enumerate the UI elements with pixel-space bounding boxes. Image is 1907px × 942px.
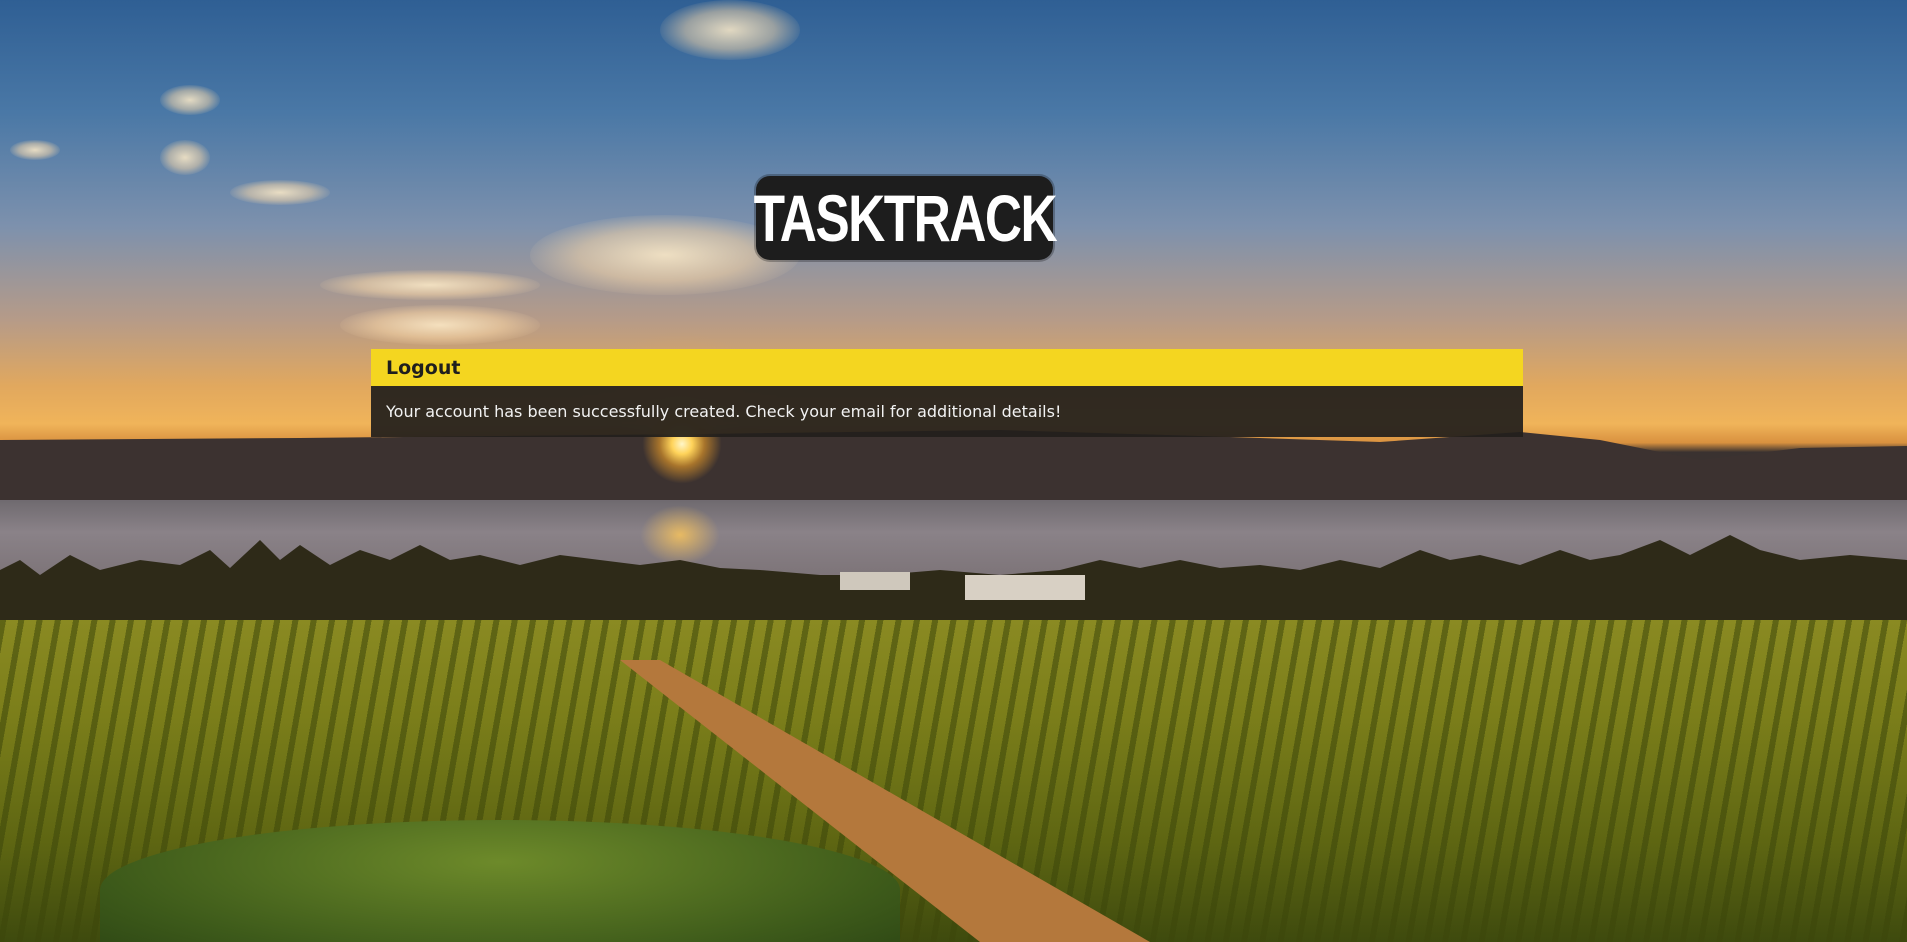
success-message: Your account has been successfully creat… [386, 402, 1062, 421]
panel-title: Logout [386, 356, 461, 379]
panel-header: Logout [371, 349, 1523, 386]
cloud [320, 270, 540, 300]
background-landscape: TASKTRACK Logout Your account has been s… [0, 0, 1907, 942]
app-logo: TASKTRACK [753, 176, 1057, 260]
cloud [160, 140, 210, 175]
cloud [230, 180, 330, 205]
cloud [10, 140, 60, 160]
mountains [0, 430, 1907, 510]
logo-text: TASKTRACK [753, 181, 1057, 255]
panel-body: Your account has been successfully creat… [371, 386, 1523, 437]
cloud [340, 305, 540, 345]
cloud [660, 0, 800, 60]
message-panel: Logout Your account has been successfull… [371, 349, 1523, 437]
cloud [160, 85, 220, 115]
